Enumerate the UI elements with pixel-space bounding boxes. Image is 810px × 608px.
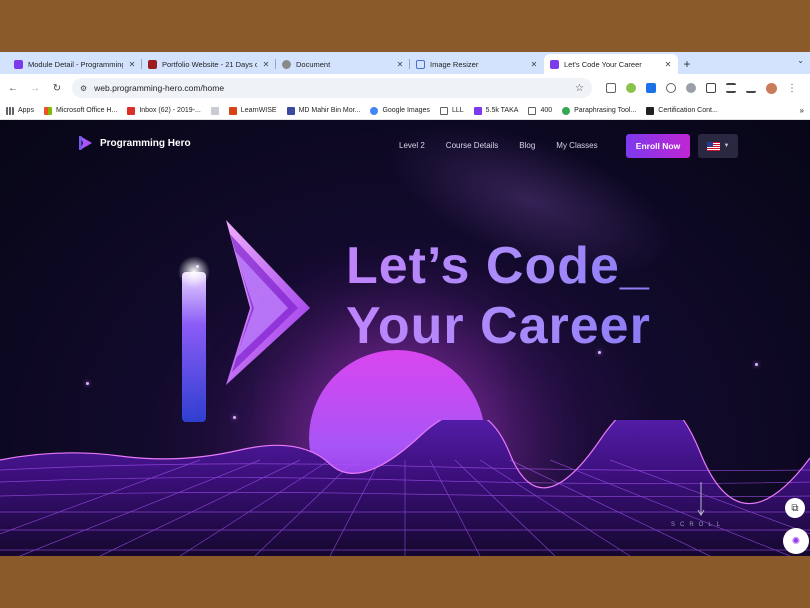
brand-name: Programming Hero — [100, 137, 191, 149]
bookmark-unnamed[interactable] — [210, 106, 219, 115]
tab-title: Portfolio Website - 21 Days o — [162, 59, 257, 69]
site-settings-icon[interactable]: ⚙ — [80, 84, 87, 93]
reading-list-icon[interactable] — [726, 83, 736, 93]
tab-lets-code-your-career[interactable]: Let's Code Your Career ✕ — [544, 54, 678, 74]
headline-line-1: Let’s Code_ — [346, 237, 650, 295]
hero-logo-graphic — [178, 220, 310, 422]
nav-link-course-details[interactable]: Course Details — [446, 141, 498, 150]
browser-toolbar: ← → ↻ ⚙ web.programming-hero.com/home ☆ … — [0, 74, 810, 102]
bookmark-certification[interactable]: Certification Cont... — [646, 106, 718, 115]
us-flag-icon — [706, 141, 720, 151]
bookmark-microsoft-office[interactable]: Microsoft Office H... — [43, 106, 117, 115]
programming-hero-favicon-icon — [14, 59, 23, 69]
tab-module-detail[interactable]: Module Detail - Programming ✕ — [8, 54, 142, 74]
close-icon[interactable]: ✕ — [396, 60, 404, 69]
tab-title: Image Resizer — [430, 59, 479, 69]
scroll-label: SCROLL — [671, 522, 726, 528]
google-icon — [370, 106, 379, 115]
learnwise-icon — [228, 106, 237, 115]
folder-icon — [528, 106, 537, 115]
star-dot — [755, 363, 758, 366]
tab-strip: Module Detail - Programming ✕ Portfolio … — [0, 52, 810, 74]
profile-page-icon — [286, 106, 295, 115]
bookmark-learnwise[interactable]: LearnWISE — [228, 106, 277, 115]
certification-icon — [646, 106, 655, 115]
tab-title: Module Detail - Programming — [28, 59, 123, 69]
bookmark-google-images[interactable]: Google Images — [370, 106, 430, 115]
chevron-down-icon[interactable]: ⌄ — [797, 56, 804, 65]
back-arrow-icon[interactable]: ← — [6, 81, 20, 95]
bookmark-inbox[interactable]: Inbox (62) - 2019-... — [127, 106, 201, 115]
tab-document[interactable]: Document ✕ — [276, 54, 410, 74]
address-bar[interactable]: ⚙ web.programming-hero.com/home ☆ — [72, 78, 592, 98]
profile-avatar[interactable] — [766, 82, 777, 94]
bookmarks-bar: Apps Microsoft Office H... Inbox (62) - … — [0, 102, 810, 120]
profile-extension-icon[interactable] — [686, 83, 696, 93]
download-icon[interactable] — [746, 83, 756, 93]
scroll-down-arrow-icon[interactable] — [697, 482, 705, 516]
reload-icon[interactable]: ↻ — [50, 81, 64, 95]
close-icon[interactable]: ✕ — [664, 60, 672, 69]
bookmark-paraphrasing-tool[interactable]: Paraphrasing Tool... — [562, 106, 636, 115]
url-text[interactable]: web.programming-hero.com/home — [94, 83, 568, 93]
gmail-icon — [127, 106, 136, 115]
bookmark-folder-400[interactable]: 400 — [528, 106, 552, 115]
android-extension-icon[interactable] — [626, 83, 636, 93]
nav-link-my-classes[interactable]: My Classes — [556, 141, 597, 150]
bookmark-5-5k-taka[interactable]: 5.5k TAKA — [473, 106, 518, 115]
bookmark-folder-lll[interactable]: LLL — [439, 106, 464, 115]
extensions-area: ⋮ — [606, 82, 797, 94]
nav-link-blog[interactable]: Blog — [519, 141, 535, 150]
folder-icon — [439, 106, 448, 115]
chevron-down-icon: ▼ — [723, 143, 730, 149]
close-icon[interactable]: ✕ — [128, 60, 136, 69]
enroll-now-button[interactable]: Enroll Now — [626, 134, 690, 158]
site-navbar: Programming Hero Level 2 Course Details … — [0, 130, 810, 160]
programming-hero-favicon-icon — [550, 59, 559, 69]
quillbot-icon — [562, 106, 571, 115]
more-menu-icon[interactable]: ⋮ — [787, 83, 797, 94]
translate-icon[interactable]: ⧉ — [785, 498, 805, 518]
nav-link-level-2[interactable]: Level 2 — [399, 141, 425, 150]
chatgpt-extension-icon[interactable] — [666, 83, 676, 93]
close-icon[interactable]: ✕ — [530, 60, 538, 69]
puzzle-extensions-icon[interactable] — [706, 83, 716, 93]
site-menu: Level 2 Course Details Blog My Classes — [399, 141, 598, 150]
tab-image-resizer[interactable]: Image Resizer ✕ — [410, 54, 544, 74]
page-icon — [210, 106, 219, 115]
tab-title: Let's Code Your Career — [564, 59, 642, 69]
hero-headline: Let’s Code_ Your Career — [346, 236, 651, 356]
assistant-brain-icon[interactable]: ✺ — [783, 528, 809, 554]
calculator-extension-icon[interactable] — [606, 83, 616, 93]
browser-window: Module Detail - Programming ✕ Portfolio … — [0, 52, 810, 556]
figma-favicon-icon — [148, 59, 157, 69]
globe-icon — [282, 59, 291, 69]
bookmark-md-mahir[interactable]: MD Mahir Bin Mor... — [286, 106, 360, 115]
brand[interactable]: Programming Hero — [78, 134, 191, 152]
more-bookmarks-icon[interactable]: » — [800, 106, 804, 115]
tab-title: Document — [296, 59, 331, 69]
language-selector[interactable]: ▼ — [698, 134, 738, 158]
close-icon[interactable]: ✕ — [262, 60, 270, 69]
bookmark-apps[interactable]: Apps — [6, 106, 34, 115]
bookmark-star-icon[interactable]: ☆ — [575, 83, 584, 94]
tab-portfolio-website[interactable]: Portfolio Website - 21 Days o ✕ — [142, 54, 276, 74]
headline-line-2: Your Career — [346, 297, 651, 355]
programming-hero-logo-icon — [79, 136, 92, 150]
wireframe-terrain — [0, 420, 810, 556]
screen-record-extension-icon[interactable] — [646, 83, 656, 93]
microsoft-icon — [43, 106, 52, 115]
star-dot — [86, 382, 89, 385]
apps-grid-icon — [6, 106, 14, 115]
programming-hero-favicon-icon — [473, 106, 482, 115]
new-tab-button[interactable]: + — [678, 54, 696, 74]
image-icon — [416, 59, 425, 69]
web-page: Programming Hero Level 2 Course Details … — [0, 120, 810, 556]
forward-arrow-icon[interactable]: → — [28, 81, 42, 95]
